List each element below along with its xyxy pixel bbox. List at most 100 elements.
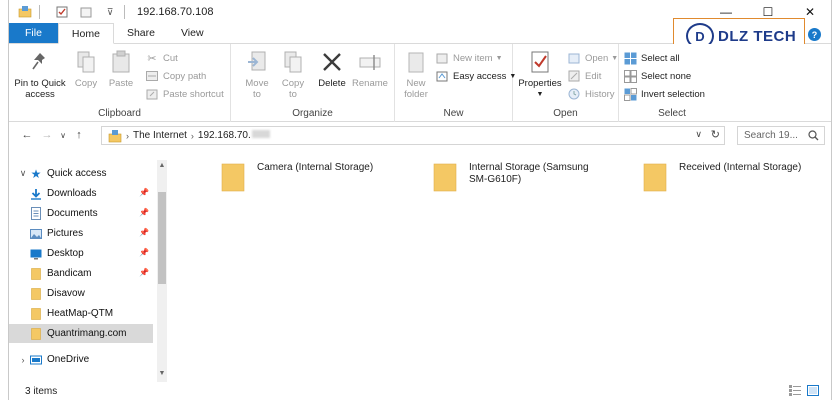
chevron-down-icon: ▼ [495,54,503,62]
chevron-down-icon: ▼ [611,54,619,62]
copy-path-button[interactable]: Copy path [145,68,206,84]
ribbon: Pin to Quick access Copy Paste ✂ Cut Cop… [9,44,831,122]
folder-icon [433,163,457,192]
copy-to-icon [280,48,306,76]
scroll-up-icon[interactable]: ▲ [157,162,167,169]
properties-quick-icon[interactable] [54,4,70,20]
sidebar-item-downloads[interactable]: Downloads 📌 [9,184,153,203]
delete-label: Delete [318,78,346,89]
refresh-icon[interactable]: ↻ [711,128,720,141]
sidebar-item-heatmap-qtm[interactable]: HeatMap-QTM [9,304,153,323]
copy-label: Copy [74,78,98,89]
breadcrumb-ip[interactable]: 192.168.70. [198,130,270,141]
sidebar-item-documents[interactable]: Documents 📌 [9,204,153,223]
pin-icon: 📌 [139,208,149,217]
move-to-button[interactable]: Move to [241,48,273,100]
folder-icon [221,163,245,192]
clipboard-group: Pin to Quick access Copy Paste ✂ Cut Cop… [9,44,231,122]
select-none-icon [623,69,637,83]
cut-label: Cut [163,52,178,64]
sidebar-item-disavow[interactable]: Disavow [9,284,153,303]
pin-icon [27,48,53,76]
expand-chevron-icon[interactable]: ∨ [17,168,29,179]
history-button[interactable]: History [567,86,615,102]
logo-text: DLZ TECH [718,27,797,45]
sidebar-item-pictures[interactable]: Pictures 📌 [9,224,153,243]
invert-selection-button[interactable]: Invert selection [623,86,705,102]
rename-label: Rename [352,78,388,89]
folder-tile-received[interactable]: Received (Internal Storage) [643,162,801,192]
open-label: Open [585,52,609,64]
forward-arrow-icon[interactable]: → [37,125,57,145]
scrollbar-thumb[interactable] [158,192,166,284]
tab-home[interactable]: Home [57,23,114,44]
address-bar[interactable]: › The Internet › 192.168.70. ∨ ↻ [101,126,725,145]
folder-label: Camera (Internal Storage) [257,162,373,174]
new-folder-quick-icon[interactable] [78,4,94,20]
back-arrow-icon[interactable]: ← [17,125,37,145]
copy-to-button[interactable]: Copy to [277,48,309,100]
new-folder-button[interactable]: New folder [399,48,433,100]
history-label: History [585,88,615,100]
select-group: Select all Select none Invert selection … [619,44,725,122]
details-view-icon[interactable] [789,385,801,399]
rename-button[interactable]: Rename [351,48,389,89]
up-arrow-icon[interactable]: ↑ [69,125,89,145]
customize-quick-access-icon[interactable]: ⊽ [102,4,118,20]
cut-button[interactable]: ✂ Cut [145,50,178,66]
paste-shortcut-icon [145,87,159,101]
search-input[interactable]: Search 19... [737,126,825,145]
sidebar-item-onedrive[interactable]: › OneDrive [9,350,153,369]
recent-locations-chevron-icon[interactable]: ∨ [57,125,69,145]
properties-button[interactable]: Properties ▼ [517,48,563,100]
breadcrumb-the-internet[interactable]: The Internet [133,130,187,141]
copy-button[interactable]: Copy [71,48,101,89]
paste-shortcut-button[interactable]: Paste shortcut [145,86,224,102]
breadcrumb-chevron-icon[interactable]: › [191,131,194,141]
scissors-icon: ✂ [147,52,157,65]
new-item-button[interactable]: New item ▼ [435,50,503,66]
folder-label: Internal Storage (Samsung SM-G610F) [469,162,589,186]
select-group-label: Select [658,108,686,119]
large-icons-view-icon[interactable] [807,385,819,399]
select-all-button[interactable]: Select all [623,50,680,66]
pin-icon: 📌 [139,188,149,197]
paste-button[interactable]: Paste [105,48,137,89]
desktop-icon [29,247,43,261]
folder-tile-camera[interactable]: Camera (Internal Storage) [221,162,373,192]
edit-button[interactable]: Edit [567,68,601,84]
folder-tile-internal-storage[interactable]: Internal Storage (Samsung SM-G610F) [433,162,589,192]
sidebar-item-label: Quick access [47,168,107,179]
sidebar-item-bandicam[interactable]: Bandicam 📌 [9,264,153,283]
organize-group-label: Organize [292,108,333,119]
search-icon [808,130,819,144]
organize-group: Move to Copy to Delete Rename Organize [231,44,395,122]
breadcrumb-chevron-icon[interactable]: › [126,131,129,141]
address-dropdown-icon[interactable]: ∨ [695,129,702,140]
open-button[interactable]: Open ▼ [567,50,618,66]
expand-chevron-icon[interactable]: › [17,355,29,365]
tab-view[interactable]: View [168,23,217,43]
sidebar-item-quantrimang[interactable]: Quantrimang.com [9,324,153,343]
tab-share[interactable]: Share [114,23,168,43]
sidebar-item-quick-access[interactable]: ∨ ★ Quick access [9,164,153,183]
sidebar-item-desktop[interactable]: Desktop 📌 [9,244,153,263]
tab-file[interactable]: File [9,23,58,43]
documents-icon [29,207,43,221]
delete-button[interactable]: Delete [315,48,349,89]
invert-selection-label: Invert selection [641,88,705,100]
explorer-window: ⊽ 192.168.70.108 — ☐ ✕ File Home Share V… [8,0,832,400]
copy-icon [73,48,99,76]
pin-quick-access-button[interactable]: Pin to Quick access [13,48,67,100]
easy-access-button[interactable]: Easy access ▼ [435,68,516,84]
help-button[interactable]: ? [808,28,821,41]
paste-icon [108,48,134,76]
select-all-label: Select all [641,52,680,64]
select-none-button[interactable]: Select none [623,68,691,84]
explorer-app-icon[interactable] [17,4,33,20]
scroll-down-icon[interactable]: ▼ [157,370,167,377]
move-to-icon [244,48,270,76]
folder-icon [29,267,43,281]
navigation-scrollbar[interactable]: ▲ ▼ [157,160,167,382]
open-group-label: Open [553,108,578,119]
